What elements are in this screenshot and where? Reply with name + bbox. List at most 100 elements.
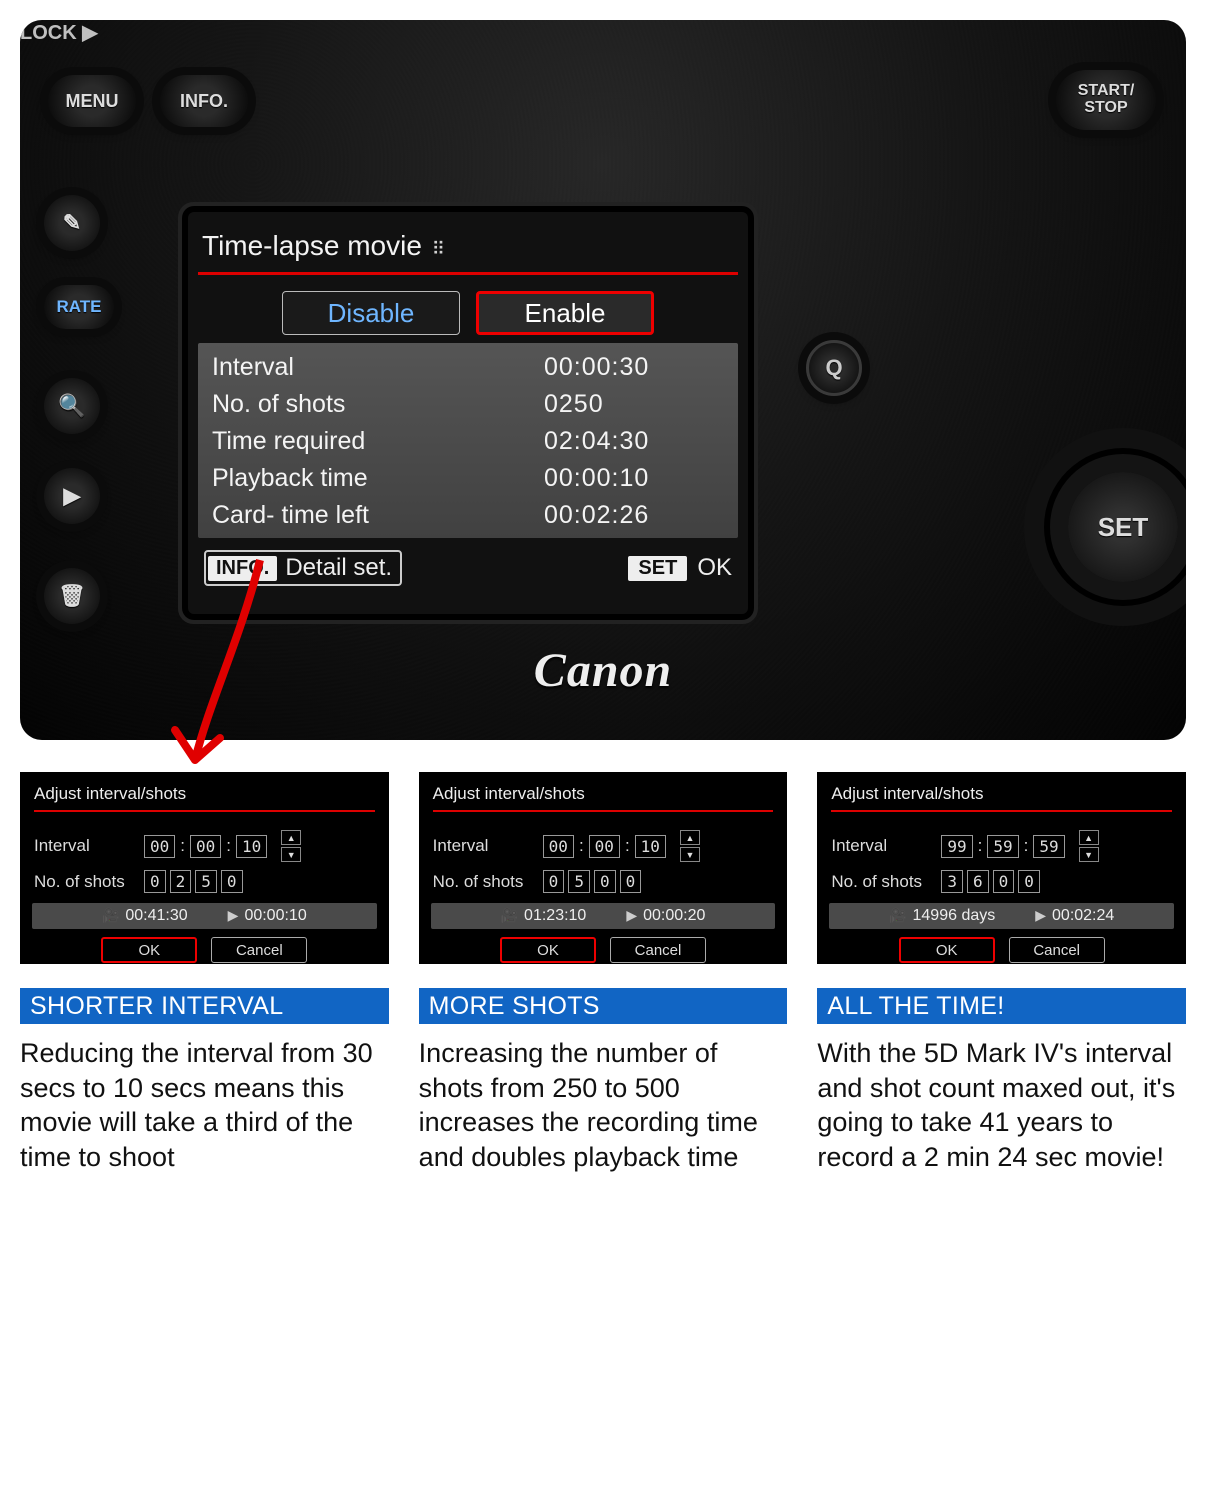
- label: Interval: [433, 836, 543, 856]
- screen-title: Time-lapse movie ⠿: [198, 230, 738, 272]
- ok-button[interactable]: OK: [899, 937, 995, 963]
- lcd-screen: Time-lapse movie ⠿ Disable Enable Interv…: [188, 212, 748, 614]
- start-stop-button[interactable]: START/ STOP: [1056, 70, 1156, 130]
- mini-row-interval: Interval 00: 00: 10 ▲ ▼: [34, 830, 375, 862]
- movie-icon: 🎥: [501, 907, 518, 923]
- set-button[interactable]: SET: [1068, 472, 1178, 582]
- row-time-required: Time required 02:04:30: [206, 423, 730, 460]
- divider: [433, 810, 774, 812]
- ok-button[interactable]: OK: [101, 937, 197, 963]
- caption-chip: MORE SHOTS: [419, 988, 788, 1024]
- up-icon[interactable]: ▲: [1079, 830, 1099, 845]
- mini-row-shots: No. of shots 3 6 0 0: [831, 870, 1172, 893]
- example-all-the-time: Adjust interval/shots Interval 99: 59: 5…: [817, 772, 1186, 1174]
- mini-screen: Adjust interval/shots Interval 00: 00: 1…: [419, 772, 788, 964]
- row-card-time-left: Card- time left 00:02:26: [206, 497, 730, 534]
- stepper[interactable]: ▲ ▼: [281, 830, 301, 862]
- mini-summary-bar: 🎥 00:41:30 ▶ 00:00:10: [32, 903, 377, 929]
- mini-summary-bar: 🎥14996 days ▶00:02:24: [829, 903, 1174, 929]
- label: Interval: [831, 836, 941, 856]
- start-label-1: START/: [1078, 83, 1135, 100]
- enable-toggle: Disable Enable: [198, 291, 738, 335]
- timelapse-icon: ⠿: [432, 239, 445, 259]
- movie-icon: 🎥: [102, 907, 119, 923]
- label: No. of shots: [831, 872, 941, 892]
- info-button[interactable]: INFO.: [160, 75, 248, 127]
- mini-title: Adjust interval/shots: [831, 784, 1172, 804]
- rate-button[interactable]: RATE: [44, 285, 114, 329]
- play-time: 00:02:24: [1052, 907, 1114, 924]
- caption-chip: SHORTER INTERVAL: [20, 988, 389, 1024]
- movie-icon: 🎥: [889, 907, 906, 923]
- up-icon[interactable]: ▲: [281, 830, 301, 845]
- mini-buttons: OK Cancel: [34, 937, 375, 963]
- play-icon: ▶: [626, 907, 637, 923]
- magnify-button[interactable]: 🔍: [44, 378, 100, 434]
- shots-digits[interactable]: 0 5 0 0: [543, 870, 642, 893]
- mini-row-shots: No. of shots 0 2 5 0: [34, 870, 375, 893]
- ok-button[interactable]: OK: [500, 937, 596, 963]
- row-interval: Interval 00:00:30: [206, 349, 730, 386]
- cancel-button[interactable]: Cancel: [1009, 937, 1105, 963]
- camera-body: MENU INFO. START/ STOP ✎ RATE 🔍 ▶ 🗑 Q SE…: [20, 20, 1186, 740]
- caption-text: Increasing the number of shots from 250 …: [419, 1036, 788, 1174]
- row-playback-time: Playback time 00:00:10: [206, 460, 730, 497]
- label: Interval: [212, 353, 544, 382]
- menu-button[interactable]: MENU: [48, 75, 136, 127]
- up-icon[interactable]: ▲: [680, 830, 700, 845]
- set-label: OK: [697, 554, 732, 582]
- down-icon[interactable]: ▼: [281, 847, 301, 862]
- info-tag: INFO.: [208, 556, 277, 581]
- brand-logo: Canon: [534, 643, 672, 698]
- caption-text: Reducing the interval from 30 secs to 10…: [20, 1036, 389, 1174]
- divider: [198, 272, 738, 275]
- play-icon: ▶: [228, 907, 239, 923]
- row-shots: No. of shots 0250: [206, 386, 730, 423]
- interval-digits[interactable]: 00: 00: 10: [144, 835, 267, 858]
- lock-switch-label: LOCK ▶: [20, 20, 1186, 45]
- edit-button[interactable]: ✎: [44, 195, 100, 251]
- interval-digits[interactable]: 00: 00: 10: [543, 835, 666, 858]
- play-time: 00:00:10: [244, 907, 306, 924]
- rec-time: 01:23:10: [524, 907, 586, 924]
- rec-time: 00:41:30: [125, 907, 187, 924]
- value: 02:04:30: [544, 427, 724, 456]
- cancel-button[interactable]: Cancel: [610, 937, 706, 963]
- shots-digits[interactable]: 0 2 5 0: [144, 870, 243, 893]
- label: No. of shots: [433, 872, 543, 892]
- trash-button[interactable]: 🗑: [44, 568, 100, 624]
- label: No. of shots: [212, 390, 544, 419]
- label: Card- time left: [212, 501, 544, 530]
- divider: [34, 810, 375, 812]
- mini-title: Adjust interval/shots: [34, 784, 375, 804]
- stepper[interactable]: ▲ ▼: [1079, 830, 1099, 862]
- start-label-2: STOP: [1078, 100, 1135, 117]
- settings-list: Interval 00:00:30 No. of shots 0250 Time…: [198, 343, 738, 538]
- value: 0250: [544, 390, 724, 419]
- cancel-button[interactable]: Cancel: [211, 937, 307, 963]
- info-detail-set[interactable]: INFO. Detail set.: [204, 550, 402, 586]
- q-button[interactable]: Q: [806, 340, 862, 396]
- info-label: Detail set.: [285, 554, 392, 582]
- down-icon[interactable]: ▼: [1079, 847, 1099, 862]
- option-enable[interactable]: Enable: [476, 291, 654, 335]
- rec-time: 14996 days: [913, 907, 996, 924]
- mini-buttons: OK Cancel: [433, 937, 774, 963]
- option-disable[interactable]: Disable: [282, 291, 460, 335]
- mini-title: Adjust interval/shots: [433, 784, 774, 804]
- down-icon[interactable]: ▼: [680, 847, 700, 862]
- play-time: 00:00:20: [643, 907, 705, 924]
- label: Time required: [212, 427, 544, 456]
- screen-footer: INFO. Detail set. SET OK: [198, 550, 738, 586]
- mini-screen: Adjust interval/shots Interval 00: 00: 1…: [20, 772, 389, 964]
- example-shorter-interval: Adjust interval/shots Interval 00: 00: 1…: [20, 772, 389, 1174]
- playback-button[interactable]: ▶: [44, 468, 100, 524]
- interval-digits[interactable]: 99: 59: 59: [941, 835, 1064, 858]
- caption-text: With the 5D Mark IV's interval and shot …: [817, 1036, 1186, 1174]
- mini-row-interval: Interval 00: 00: 10 ▲ ▼: [433, 830, 774, 862]
- value: 00:00:10: [544, 464, 724, 493]
- set-ok[interactable]: SET OK: [628, 554, 732, 582]
- shots-digits[interactable]: 3 6 0 0: [941, 870, 1040, 893]
- stepper[interactable]: ▲ ▼: [680, 830, 700, 862]
- divider: [831, 810, 1172, 812]
